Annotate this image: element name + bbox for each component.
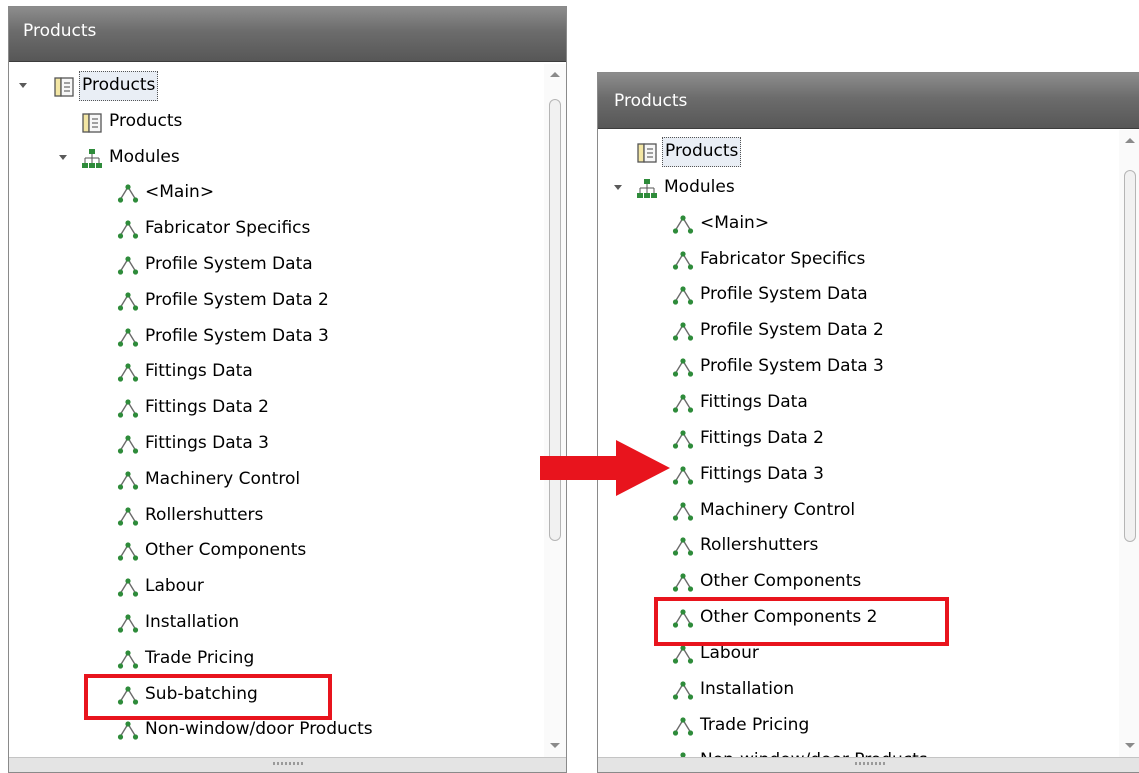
tree-item-module[interactable]: Profile System Data: [9, 250, 542, 282]
expand-arrow-icon[interactable]: [19, 83, 27, 88]
tree-item-module[interactable]: Other Components: [9, 536, 542, 568]
panel-title: Products: [598, 73, 1139, 129]
tree-item-label: Trade Pricing: [145, 647, 255, 668]
products-panel-right: Products Products Modules <Main> Fabricator…: [597, 72, 1139, 773]
tree-item-label: <Main>: [700, 212, 770, 233]
tree-item-label: Rollershutters: [700, 535, 819, 556]
tree-item-label: Fittings Data 3: [700, 463, 824, 484]
tree-item-label: Other Components: [700, 571, 862, 592]
tree-item-label: Modules: [664, 176, 735, 197]
products-panel-left: Products Products Products Modules <Main> Fa…: [8, 6, 567, 773]
tree-item-label: Installation: [145, 612, 240, 632]
resize-bar[interactable]: [9, 757, 566, 772]
resize-bar[interactable]: [598, 757, 1139, 772]
scroll-down-icon[interactable]: [550, 743, 560, 748]
tree-root-products[interactable]: Products: [9, 71, 542, 103]
tree-item-label: Products: [109, 110, 183, 131]
tree-item-module[interactable]: Rollershutters: [9, 501, 542, 533]
tree-item-label: Fittings Data: [700, 391, 808, 412]
tree-item-module[interactable]: Installation: [9, 608, 542, 640]
tree-item-module[interactable]: Fittings Data: [598, 388, 1117, 420]
tree-item-label: Rollershutters: [145, 504, 264, 525]
tree-item-label: Machinery Control: [700, 499, 856, 520]
tree-item-label: Profile System Data: [700, 284, 868, 305]
tree-item-module[interactable]: Profile System Data 3: [598, 352, 1117, 384]
tree-item-module[interactable]: Rollershutters: [598, 531, 1117, 563]
tree-item-label: Labour: [145, 576, 204, 597]
tree-item-module[interactable]: Fabricator Specifics: [598, 245, 1117, 277]
tree-item-module[interactable]: Installation: [598, 675, 1117, 707]
tree-item-modules[interactable]: Modules: [598, 173, 1117, 205]
products-tree[interactable]: Products Modules <Main> Fabricator Specific…: [598, 130, 1117, 758]
tree-item-label: Modules: [109, 146, 180, 167]
highlight-box-sub-batching: [84, 674, 332, 720]
tree-item-module[interactable]: Other Components: [598, 567, 1117, 599]
tree-item-label: Profile System Data 2: [145, 289, 329, 310]
tree-item-label: Other Components: [145, 540, 307, 561]
vertical-scrollbar[interactable]: [1119, 130, 1139, 758]
tree-item-module[interactable]: Trade Pricing: [9, 644, 542, 676]
tree-item-label: Installation: [700, 678, 795, 699]
tree-item-module[interactable]: Machinery Control: [9, 465, 542, 497]
tree-item-module[interactable]: Fittings Data: [9, 357, 542, 389]
grip-icon[interactable]: [854, 762, 885, 765]
products-tree[interactable]: Products Products Modules <Main> Fabricator …: [9, 64, 542, 758]
tree-item-module[interactable]: Fittings Data 2: [598, 424, 1117, 456]
tree-item-label: Fittings Data: [145, 361, 253, 382]
vertical-scrollbar[interactable]: [544, 64, 566, 758]
tree-item-module[interactable]: Fabricator Specifics: [9, 214, 542, 246]
scroll-down-icon[interactable]: [1125, 743, 1135, 748]
tree-item-module[interactable]: Profile System Data 2: [598, 316, 1117, 348]
tree-item-module[interactable]: <Main>: [598, 209, 1117, 241]
tree-item-module[interactable]: <Main>: [9, 178, 542, 210]
tree-item-module[interactable]: Labour: [9, 572, 542, 604]
tree-item-module[interactable]: Fittings Data 3: [9, 429, 542, 461]
tree-item-products[interactable]: Products: [598, 137, 1117, 169]
tree-item-module[interactable]: Fittings Data 3: [598, 460, 1117, 492]
tree-item-label: Fittings Data 3: [145, 433, 269, 453]
expand-arrow-icon[interactable]: [59, 154, 67, 160]
tree-item-label: Products: [662, 137, 742, 167]
tree-item-module[interactable]: Trade Pricing: [598, 711, 1117, 743]
scroll-up-icon[interactable]: [1125, 138, 1135, 143]
tree-item-module[interactable]: Fittings Data 2: [9, 393, 542, 425]
tree-item-label: Fabricator Specifics: [145, 218, 311, 239]
tree-item-label: Products: [79, 71, 159, 101]
tree-item-label: Fittings Data 2: [145, 397, 269, 418]
tree-item-label: Machinery Control: [145, 468, 301, 489]
tree-item-label: Fabricator Specifics: [700, 248, 866, 269]
right-arrow-icon: [540, 440, 670, 496]
tree-item-label: Profile System Data 3: [700, 356, 884, 377]
tree-item-module[interactable]: Profile System Data: [598, 280, 1117, 312]
tree-item-products[interactable]: Products: [9, 107, 542, 139]
highlight-box-other-components-2: [654, 597, 949, 646]
scroll-thumb[interactable]: [1124, 170, 1136, 542]
grip-icon[interactable]: [272, 762, 303, 765]
tree-item-modules[interactable]: Modules: [9, 143, 542, 175]
tree-item-label: Trade Pricing: [700, 714, 810, 735]
tree-item-label: Profile System Data 2: [700, 320, 884, 341]
tree-item-module[interactable]: Profile System Data 3: [9, 322, 542, 354]
tree-item-label: Profile System Data: [145, 254, 313, 274]
expand-arrow-icon[interactable]: [614, 184, 622, 190]
tree-item-label: Fittings Data 2: [700, 427, 824, 448]
scroll-up-icon[interactable]: [550, 72, 560, 77]
tree-item-module[interactable]: Non-window/door Products: [9, 715, 542, 747]
panel-title: Products: [9, 7, 566, 62]
tree-item-module[interactable]: Machinery Control: [598, 496, 1117, 528]
tree-item-label: <Main>: [145, 182, 215, 203]
tree-item-label: Profile System Data 3: [145, 325, 329, 346]
tree-item-module[interactable]: Profile System Data 2: [9, 286, 542, 318]
